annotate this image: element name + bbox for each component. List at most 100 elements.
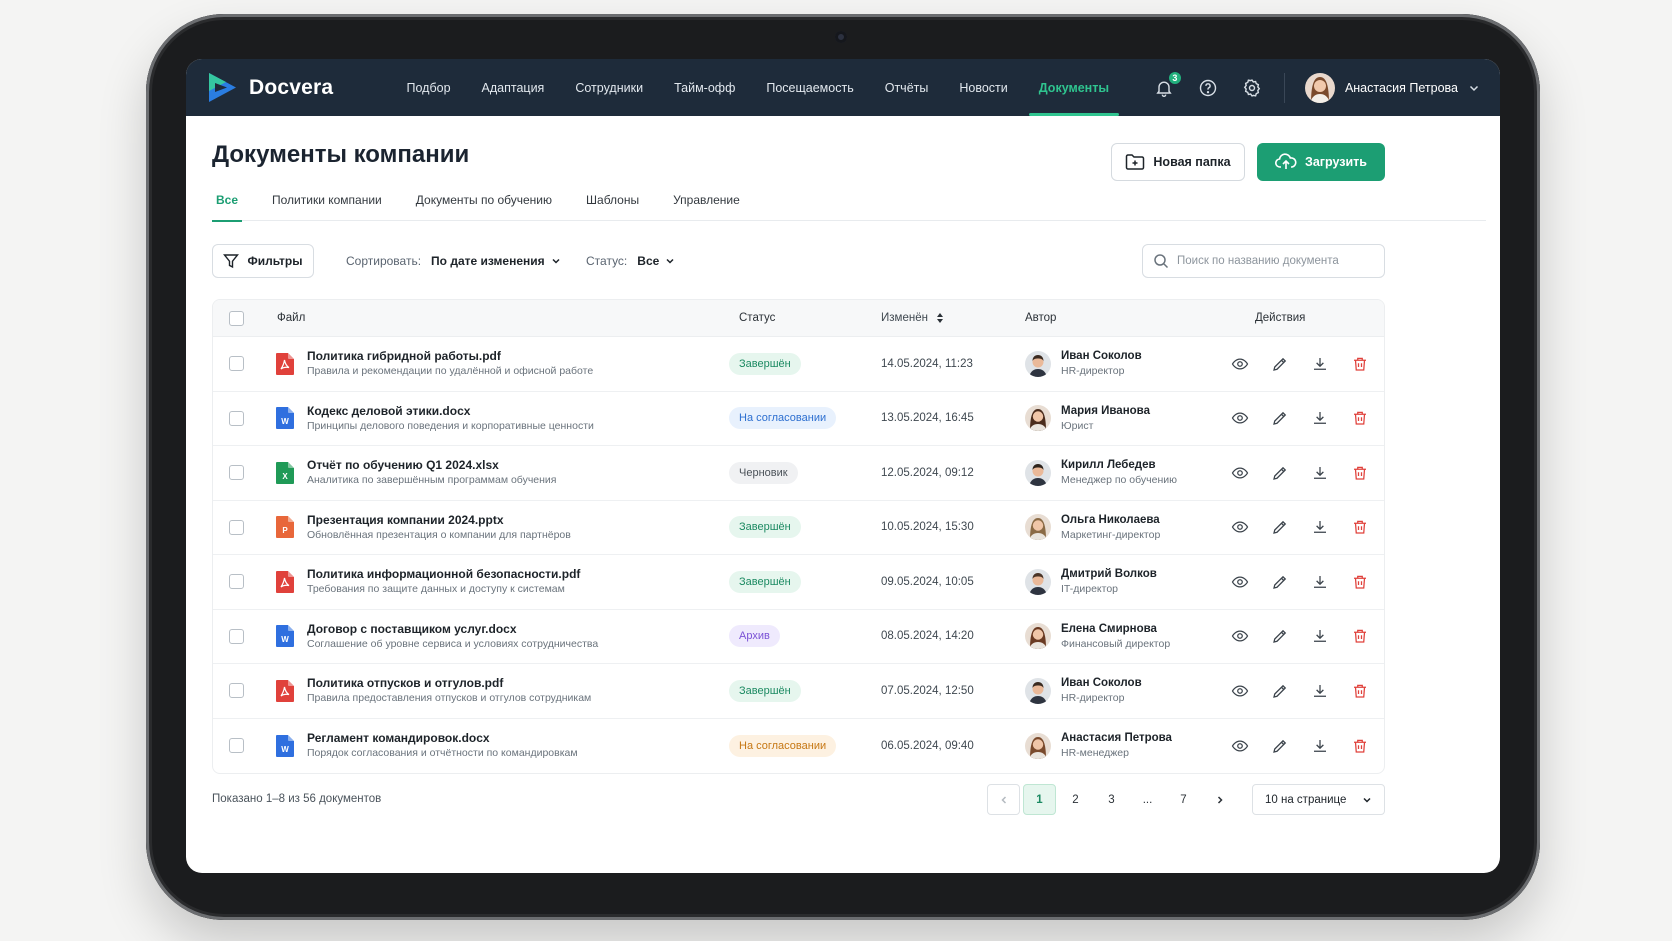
file-text: Политика гибридной работы.pdf Правила и р… — [307, 348, 593, 379]
tab-item[interactable]: Управление — [656, 179, 757, 221]
prev-page-button[interactable] — [987, 784, 1020, 815]
file-name-link[interactable]: Кодекс деловой этики.docx — [307, 403, 594, 419]
delete-button[interactable] — [1351, 518, 1369, 536]
nav-item[interactable]: Посещаемость — [751, 59, 869, 116]
tab-item[interactable]: Документы по обучению — [399, 179, 569, 221]
page-button[interactable]: 1 — [1023, 784, 1056, 815]
row-actions — [1225, 573, 1384, 591]
row-checkbox[interactable] — [228, 519, 244, 535]
download-button[interactable] — [1311, 573, 1329, 591]
nav-item[interactable]: Новости — [944, 59, 1023, 116]
file-name-link[interactable]: Политика гибридной работы.pdf — [307, 348, 593, 364]
file-name-link[interactable]: Регламент командировок.docx — [307, 730, 578, 746]
file-name-link[interactable]: Политика информационной безопасности.pdf — [307, 566, 580, 582]
edit-button[interactable] — [1271, 573, 1289, 591]
view-button[interactable] — [1231, 355, 1249, 373]
file-name-link[interactable]: Политика отпусков и отгулов.pdf — [307, 675, 591, 691]
nav-item[interactable]: Документы — [1023, 59, 1124, 116]
view-button[interactable] — [1231, 627, 1249, 645]
page-ellipsis: ... — [1142, 793, 1153, 806]
download-button[interactable] — [1311, 355, 1329, 373]
nav-item[interactable]: Адаптация — [466, 59, 560, 116]
file-name-link[interactable]: Отчёт по обучению Q1 2024.xlsx — [307, 457, 557, 473]
edit-button[interactable] — [1271, 518, 1289, 536]
view-button[interactable] — [1231, 518, 1249, 536]
user-menu[interactable]: Анастасия Петрова — [1304, 72, 1480, 103]
filters-label: Фильтры — [247, 254, 303, 268]
delete-button[interactable] — [1351, 682, 1369, 700]
notifications-button[interactable]: 3 — [1152, 70, 1182, 100]
edit-button[interactable] — [1271, 627, 1289, 645]
delete-button[interactable] — [1351, 409, 1369, 427]
row-checkbox[interactable] — [228, 410, 244, 426]
select-all-checkbox[interactable] — [228, 310, 244, 326]
download-button[interactable] — [1311, 464, 1329, 482]
author-cell: Дмитрий Волков IT-директор — [1025, 566, 1225, 597]
row-checkbox[interactable] — [228, 465, 244, 481]
page-button[interactable]: 3 — [1095, 784, 1128, 815]
delete-button[interactable] — [1351, 627, 1369, 645]
download-icon — [1314, 739, 1326, 752]
file-text: Регламент командировок.docx Порядок согла… — [307, 730, 578, 761]
row-checkbox[interactable] — [228, 628, 244, 644]
search-input[interactable] — [1177, 255, 1367, 267]
column-modified-sort[interactable]: Изменён — [881, 312, 1025, 324]
nav-item[interactable]: Подбор — [391, 59, 466, 116]
edit-button[interactable] — [1271, 464, 1289, 482]
row-checkbox[interactable] — [228, 574, 244, 590]
nav-item[interactable]: Отчёты — [869, 59, 944, 116]
download-button[interactable] — [1311, 682, 1329, 700]
row-checkbox[interactable] — [228, 683, 244, 699]
settings-button[interactable] — [1240, 76, 1264, 100]
download-button[interactable] — [1311, 737, 1329, 755]
file-name-link[interactable]: Презентация компании 2024.pptx — [307, 512, 571, 528]
help-button[interactable] — [1196, 76, 1220, 100]
delete-button[interactable] — [1351, 464, 1369, 482]
page-button[interactable]: 7 — [1167, 784, 1200, 815]
status-dropdown[interactable]: Все — [637, 254, 675, 268]
edit-button[interactable] — [1271, 355, 1289, 373]
delete-button[interactable] — [1351, 355, 1369, 373]
edit-button[interactable] — [1271, 737, 1289, 755]
nav-item[interactable]: Сотрудники — [560, 59, 659, 116]
file-text: Политика отпусков и отгулов.pdf Правила п… — [307, 675, 591, 706]
row-actions — [1225, 355, 1384, 373]
upload-button[interactable]: Загрузить — [1257, 143, 1385, 181]
author-cell: Елена Смирнова Финансовый директор — [1025, 621, 1225, 652]
logo[interactable]: Docvera — [206, 71, 391, 104]
edit-button[interactable] — [1271, 409, 1289, 427]
view-button[interactable] — [1231, 573, 1249, 591]
svg-text:W: W — [281, 745, 289, 754]
file-text: Презентация компании 2024.pptx Обновлённа… — [307, 512, 571, 543]
per-page-select[interactable]: 10 на странице — [1252, 784, 1385, 815]
view-button[interactable] — [1231, 737, 1249, 755]
filters-button[interactable]: Фильтры — [212, 244, 314, 278]
tab-item[interactable]: Все — [212, 179, 243, 222]
author-text: Иван Соколов HR-директор — [1061, 675, 1142, 706]
filter-bar: Фильтры Сортировать: По дате изменения С… — [186, 231, 1500, 299]
tab-item[interactable]: Политики компании — [255, 179, 399, 221]
row-checkbox[interactable] — [228, 738, 244, 754]
delete-button[interactable] — [1351, 573, 1369, 591]
row-checkbox[interactable] — [228, 356, 244, 372]
view-button[interactable] — [1231, 409, 1249, 427]
pencil-icon — [1273, 412, 1287, 426]
nav-item[interactable]: Тайм-офф — [659, 59, 751, 116]
file-name-link[interactable]: Договор с поставщиком услуг.docx — [307, 621, 598, 637]
edit-button[interactable] — [1271, 682, 1289, 700]
view-button[interactable] — [1231, 464, 1249, 482]
next-page-button[interactable] — [1203, 784, 1236, 815]
view-button[interactable] — [1231, 682, 1249, 700]
sort-control: Сортировать: По дате изменения — [346, 244, 561, 278]
new-folder-button[interactable]: Новая папка — [1111, 143, 1245, 181]
tab-item[interactable]: Шаблоны — [569, 179, 656, 221]
download-button[interactable] — [1311, 409, 1329, 427]
page-button[interactable]: 2 — [1059, 784, 1092, 815]
author-text: Мария Иванова Юрист — [1061, 403, 1150, 434]
author-avatar — [1025, 459, 1051, 486]
delete-button[interactable] — [1351, 737, 1369, 755]
status-badge: На согласовании — [729, 407, 837, 430]
download-button[interactable] — [1311, 518, 1329, 536]
download-button[interactable] — [1311, 627, 1329, 645]
sort-dropdown[interactable]: По дате изменения — [431, 254, 561, 268]
